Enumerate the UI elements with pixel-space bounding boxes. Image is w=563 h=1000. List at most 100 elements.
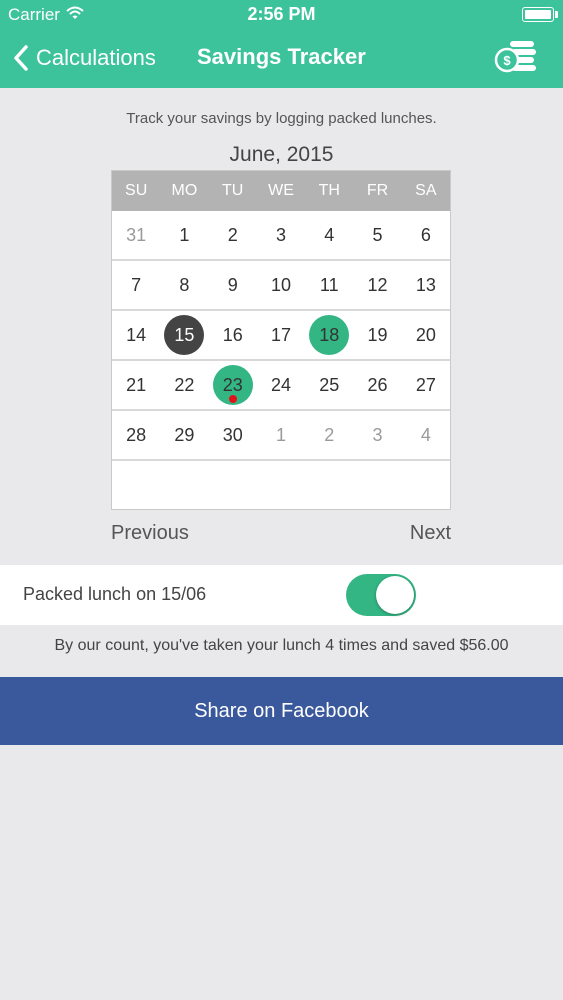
packed-lunch-toggle[interactable] (346, 574, 416, 616)
calendar-day-number: 23 (222, 375, 243, 395)
calendar-day-number: 31 (126, 225, 147, 245)
calendar-day[interactable]: 15 (160, 311, 208, 359)
calendar-day[interactable]: 20 (402, 311, 450, 359)
calendar-day[interactable]: 31 (112, 211, 160, 259)
calendar-day-number: 10 (270, 275, 291, 295)
weekday-label: TU (222, 182, 244, 199)
calendar-day[interactable]: 18 (305, 311, 353, 359)
calendar-day[interactable]: 22 (160, 361, 208, 409)
calendar-day-number: 6 (420, 225, 431, 245)
calendar-day-number: 2 (227, 225, 238, 245)
calendar-day-number: 14 (126, 325, 147, 345)
calendar-day[interactable]: 2 (209, 211, 257, 259)
calendar-day[interactable]: 4 (402, 411, 450, 459)
calendar-day[interactable]: 3 (257, 211, 305, 259)
status-time: 2:56 PM (247, 4, 316, 24)
current-day-dot (228, 395, 237, 403)
calendar-week-row: 31 1 2 3 4 5 6 (112, 211, 450, 261)
share-facebook-button[interactable]: Share on Facebook (0, 677, 563, 745)
back-button[interactable]: Calculations (14, 40, 156, 76)
calendar-day-number: 16 (222, 325, 243, 345)
calendar-day[interactable]: 9 (209, 261, 257, 309)
calendar-day[interactable]: 4 (305, 211, 353, 259)
calendar-day[interactable]: 21 (112, 361, 160, 409)
weekday-label: MO (171, 182, 198, 199)
calendar-day[interactable]: 2 (305, 411, 353, 459)
calendar-day[interactable]: 23 (209, 361, 257, 409)
toggle-knob (376, 576, 414, 614)
calendar-day[interactable]: 7 (112, 261, 160, 309)
calendar-day[interactable]: 25 (305, 361, 353, 409)
savings-summary: By our count, you've taken your lunch 4 … (54, 637, 509, 654)
calendar-day-number: 5 (372, 225, 383, 245)
calendar-day[interactable]: 14 (112, 311, 160, 359)
weekday-label: TH (318, 182, 340, 199)
calendar-day-number: 4 (324, 225, 335, 245)
calendar-day-number: 20 (415, 325, 436, 345)
calendar-day[interactable]: 1 (257, 411, 305, 459)
calendar: SU MO TU WE TH FR SA 31 1 2 3 4 5 6 7 8 9 10 11 12 13 14 15 16… (111, 170, 451, 510)
calendar-day[interactable]: 1 (160, 211, 208, 259)
calendar-day-number: 26 (367, 375, 388, 395)
calendar-day-number: 28 (126, 425, 147, 445)
calendar-day[interactable]: 17 (257, 311, 305, 359)
calendar-day[interactable]: 29 (160, 411, 208, 459)
coins-icon[interactable]: $ (494, 38, 538, 74)
month-title: June, 2015 (229, 143, 334, 166)
calendar-day[interactable]: 16 (209, 311, 257, 359)
calendar-day[interactable]: 3 (353, 411, 401, 459)
weekday-header: SU MO TU WE TH FR SA (112, 171, 450, 211)
battery-cap (555, 11, 558, 18)
battery-icon (522, 7, 554, 22)
page-title: Savings Tracker (197, 44, 366, 69)
calendar-day[interactable]: 8 (160, 261, 208, 309)
status-bar: Carrier 2:56 PM (0, 0, 563, 30)
calendar-day-number: 29 (174, 425, 195, 445)
calendar-week-row: 28 29 30 1 2 3 4 (112, 411, 450, 461)
calendar-week-row: 14 15 16 17 18 19 20 (112, 311, 450, 361)
weekday-label: WE (268, 182, 294, 199)
calendar-day-number: 21 (126, 375, 147, 395)
nav-header: Carrier 2:56 PM Calculations Savings Tra… (0, 0, 563, 88)
calendar-day[interactable]: 27 (402, 361, 450, 409)
calendar-day[interactable]: 28 (112, 411, 160, 459)
calendar-day[interactable]: 6 (402, 211, 450, 259)
calendar-day-number: 22 (174, 375, 195, 395)
calendar-day-number: 4 (420, 425, 431, 445)
share-facebook-label: Share on Facebook (194, 699, 369, 722)
calendar-day[interactable]: 26 (353, 361, 401, 409)
previous-month-button[interactable]: Previous (111, 522, 189, 545)
calendar-day[interactable]: 5 (353, 211, 401, 259)
calendar-day-number: 27 (415, 375, 436, 395)
calendar-day-number: 9 (227, 275, 238, 295)
calendar-day[interactable]: 11 (305, 261, 353, 309)
calendar-day-number: 19 (367, 325, 388, 345)
svg-text:$: $ (503, 53, 511, 68)
next-month-button[interactable]: Next (410, 522, 451, 545)
calendar-week-row: 21 22 23 24 25 26 27 (112, 361, 450, 411)
calendar-day-number: 1 (179, 225, 190, 245)
calendar-day-number: 1 (275, 425, 286, 445)
intro-text: Track your savings by logging packed lun… (126, 110, 437, 127)
calendar-day[interactable]: 13 (402, 261, 450, 309)
calendar-day[interactable]: 12 (353, 261, 401, 309)
packed-lunch-label: Packed lunch on 15/06 (23, 584, 207, 604)
calendar-day-number: 17 (270, 325, 291, 345)
month-pager: Previous Next (111, 522, 451, 550)
calendar-day-number: 24 (270, 375, 291, 395)
calendar-day[interactable]: 19 (353, 311, 401, 359)
calendar-day-number: 7 (131, 275, 142, 295)
back-button-label: Calculations (36, 45, 156, 70)
calendar-day-number: 12 (367, 275, 388, 295)
calendar-day[interactable]: 24 (257, 361, 305, 409)
calendar-day-number: 18 (319, 325, 340, 345)
weekday-label: FR (366, 182, 389, 199)
calendar-day-number: 3 (275, 225, 286, 245)
calendar-day-number: 15 (174, 325, 195, 345)
calendar-day-number: 25 (319, 375, 340, 395)
calendar-day-number: 3 (372, 425, 383, 445)
calendar-day-number: 8 (179, 275, 190, 295)
calendar-day-number: 2 (324, 425, 335, 445)
calendar-day[interactable]: 30 (209, 411, 257, 459)
calendar-day[interactable]: 10 (257, 261, 305, 309)
